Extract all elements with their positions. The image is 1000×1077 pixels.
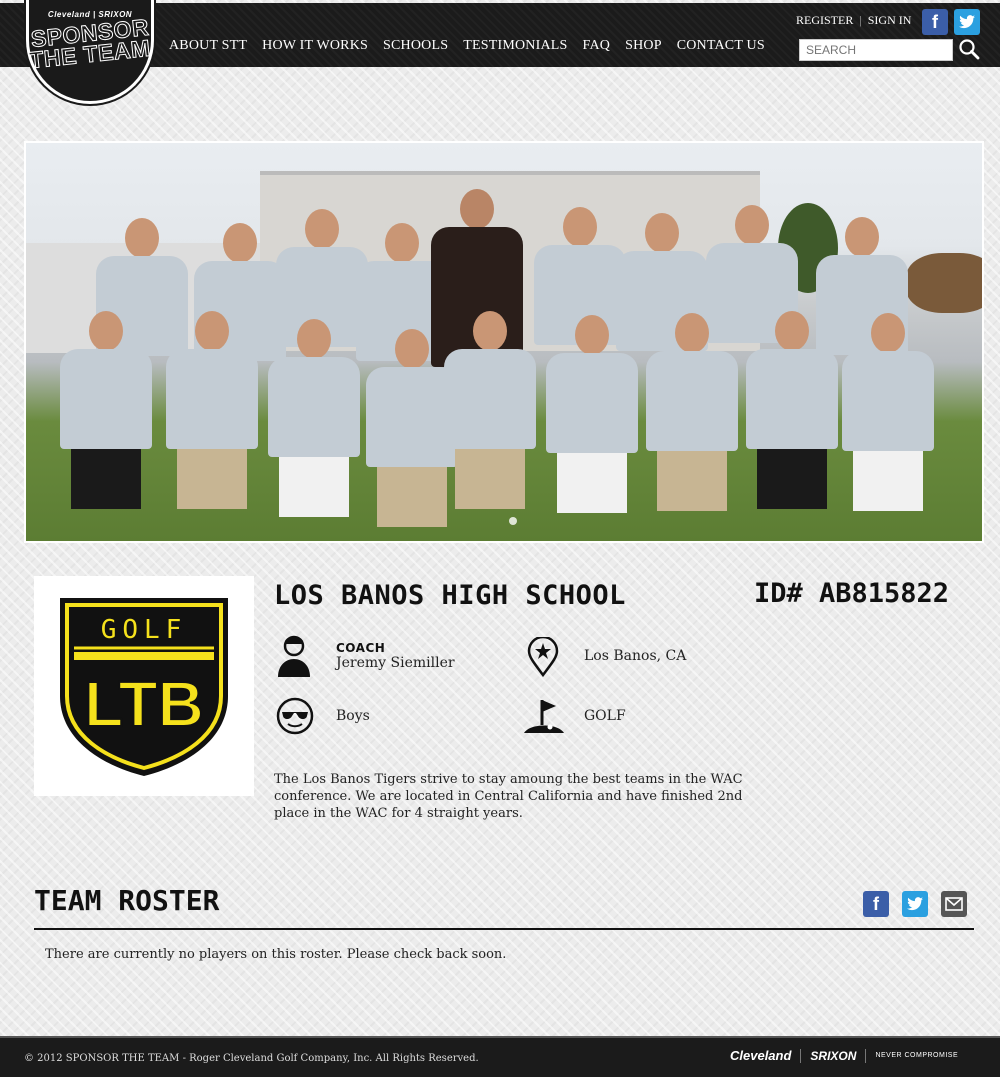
team-crest: GOLF LTB (34, 576, 254, 796)
player-figure (546, 315, 638, 513)
search-input[interactable] (799, 39, 953, 61)
header-social: f (922, 9, 980, 35)
player-figure (268, 319, 360, 517)
team-photo (24, 141, 984, 543)
register-link[interactable]: REGISTER (796, 13, 853, 28)
player-figure (746, 311, 838, 509)
crest-top-text: GOLF (101, 615, 188, 645)
golf-flag-icon (522, 697, 566, 739)
mail-icon[interactable] (941, 891, 967, 917)
player-figure (60, 311, 152, 509)
team-location: Los Banos, CA (584, 648, 687, 664)
team-description: The Los Banos Tigers strive to stay amou… (274, 772, 743, 821)
team-name: LOS BANOS HIGH SCHOOL (274, 580, 626, 611)
main-nav: ABOUT STT HOW IT WORKS SCHOOLS TESTIMONI… (169, 38, 765, 54)
player-figure (166, 311, 258, 509)
location-pin-icon (526, 635, 560, 681)
cleveland-logo[interactable]: Cleveland (730, 1048, 791, 1063)
team-id: ID# AB815822 (754, 578, 950, 609)
team-gender: Boys (336, 708, 370, 724)
roster-empty-message: There are currently no players on this r… (45, 947, 507, 962)
twitter-icon[interactable] (954, 9, 980, 35)
nav-how-it-works[interactable]: HOW IT WORKS (262, 38, 368, 54)
facebook-icon[interactable]: f (922, 9, 948, 35)
slider-dot[interactable] (509, 517, 517, 525)
divider: | (859, 13, 862, 27)
nav-shop[interactable]: SHOP (625, 38, 662, 54)
roster-title: TEAM ROSTER (34, 884, 220, 917)
team-sport: GOLF (584, 708, 626, 724)
account-links: REGISTER | SIGN IN (796, 13, 911, 28)
coach-name: Jeremy Siemiller (336, 655, 455, 671)
player-figure (646, 313, 738, 511)
nav-about[interactable]: ABOUT STT (169, 38, 247, 54)
footer-brands: Cleveland SRIXON NEVER COMPROMISE (730, 1048, 958, 1063)
sponsor-the-team-logo[interactable]: Cleveland | SRIXON SPONSOR THE TEAM (26, 0, 154, 104)
srixon-logo[interactable]: SRIXON (810, 1049, 856, 1063)
roster-divider (34, 928, 974, 930)
twitter-icon[interactable] (902, 891, 928, 917)
search-icon[interactable] (958, 38, 980, 60)
copyright: © 2012 SPONSOR THE TEAM - Roger Clevelan… (24, 1053, 479, 1064)
nav-schools[interactable]: SCHOOLS (383, 38, 448, 54)
footer: © 2012 SPONSOR THE TEAM - Roger Clevelan… (0, 1036, 1000, 1077)
nav-faq[interactable]: FAQ (583, 38, 611, 54)
coach-icon (276, 633, 312, 683)
facebook-icon[interactable]: f (863, 891, 889, 917)
nav-testimonials[interactable]: TESTIMONIALS (463, 38, 567, 54)
nav-contact[interactable]: CONTACT US (677, 38, 765, 54)
crest-letters: LTB (84, 668, 204, 740)
never-compromise-logo[interactable]: NEVER COMPROMISE (875, 1052, 958, 1059)
sign-in-link[interactable]: SIGN IN (868, 13, 912, 28)
player-figure (842, 313, 934, 511)
sunglasses-face-icon (276, 697, 314, 739)
coach-label: COACH (336, 641, 386, 655)
player-figure (444, 311, 536, 509)
